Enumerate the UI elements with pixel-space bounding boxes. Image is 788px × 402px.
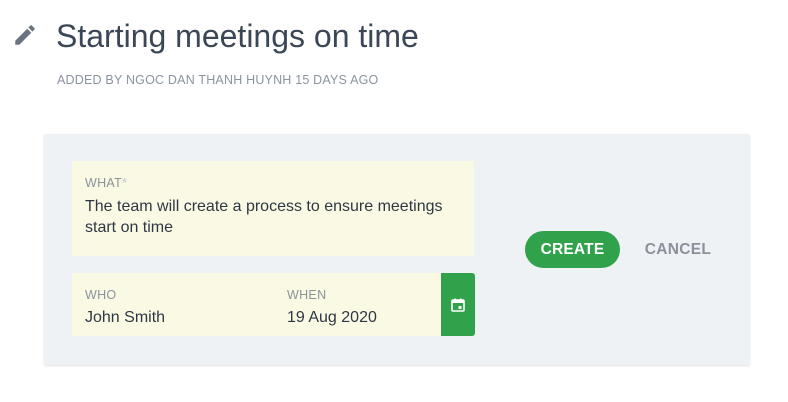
action-item-page: Starting meetings on time ADDED BY NGOC … <box>0 0 788 402</box>
required-marker: * <box>122 176 128 190</box>
cancel-button[interactable]: CANCEL <box>638 231 718 268</box>
page-title: Starting meetings on time <box>56 18 419 54</box>
create-button[interactable]: CREATE <box>525 231 620 268</box>
date-picker-button[interactable] <box>441 273 475 336</box>
when-input[interactable]: 19 Aug 2020 <box>287 309 377 327</box>
calendar-icon <box>451 298 465 312</box>
added-by-meta: ADDED BY NGOC DAN THANH HUYNH 15 DAYS AG… <box>57 73 379 87</box>
when-field[interactable]: WHEN 19 Aug 2020 <box>273 273 441 336</box>
what-input[interactable]: The team will create a process to ensure… <box>85 196 455 238</box>
who-field[interactable]: WHO John Smith <box>72 273 273 336</box>
who-input[interactable]: John Smith <box>85 309 165 327</box>
pencil-icon[interactable] <box>12 22 38 48</box>
edit-panel: WHAT* The team will create a process to … <box>44 134 750 365</box>
what-field[interactable]: WHAT* The team will create a process to … <box>72 161 474 256</box>
what-label: WHAT* <box>85 176 127 190</box>
who-label: WHO <box>85 288 117 302</box>
when-label: WHEN <box>287 288 327 302</box>
what-label-text: WHAT <box>85 176 123 190</box>
